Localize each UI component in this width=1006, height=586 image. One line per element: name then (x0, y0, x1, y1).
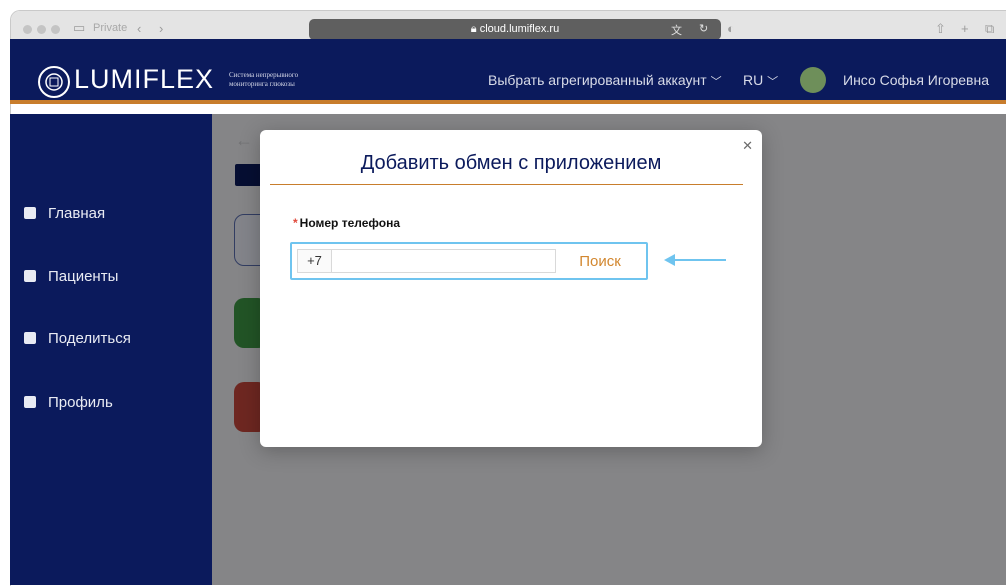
reload-icon[interactable]: ↻ (699, 22, 708, 35)
phone-field-label: * Номер телефона (293, 216, 400, 230)
home-icon (24, 207, 36, 219)
sidebar-item-patients[interactable]: Пациенты (24, 266, 118, 286)
url-text: cloud.lumiflex.ru (479, 23, 560, 35)
phone-field-label-text: Номер телефона (299, 216, 401, 230)
chevron-down-icon: ﹀ (710, 76, 722, 88)
logo-text: LUMIFLEX (74, 64, 215, 94)
search-button[interactable]: Поиск (558, 249, 642, 273)
private-label: Private (93, 22, 128, 34)
sidebar-item-profile[interactable]: Профиль (24, 392, 113, 412)
modal-title: Добавить обмен с приложением (360, 152, 662, 174)
shield-icon[interactable]: ◐ (727, 21, 735, 36)
profile-icon (24, 396, 36, 408)
header-accent-line (10, 100, 1006, 104)
account-selector[interactable]: Выбрать агрегированный аккаунт ﹀ (488, 72, 722, 89)
sidebar-toggle-icon[interactable]: ▭ (73, 20, 85, 36)
forward-nav-icon[interactable]: › (159, 21, 163, 36)
translate-icon[interactable]: 文 (671, 22, 682, 38)
address-bar[interactable]: 🔒︎ cloud.lumiflex.ru 文 ↻ (309, 19, 721, 40)
user-name[interactable]: Инсо Софья Игоревна (843, 72, 989, 88)
phone-prefix: +7 (297, 249, 331, 273)
new-tab-icon[interactable]: + (961, 21, 969, 36)
chevron-down-icon: ﹀ (767, 76, 779, 88)
close-window-dot[interactable] (23, 25, 32, 34)
patients-icon (24, 270, 36, 282)
sidebar-item-home[interactable]: Главная (24, 203, 105, 223)
share-page-icon[interactable]: ⇧ (935, 21, 946, 37)
account-selector-label: Выбрать агрегированный аккаунт (488, 72, 707, 88)
back-nav-icon[interactable]: ‹ (137, 21, 141, 36)
avatar[interactable] (800, 67, 826, 93)
phone-search-group: +7 Поиск (290, 242, 648, 280)
lock-icon: 🔒︎ (470, 23, 477, 35)
logo-tagline: Система непрерывного мониторинга глюкозы (229, 71, 299, 88)
lumiflex-logo-icon (38, 66, 70, 98)
language-label: RU (743, 72, 764, 88)
language-selector[interactable]: RU ﹀ (743, 72, 778, 89)
pointer-arrow-icon (664, 254, 726, 266)
maximize-window-dot[interactable] (51, 25, 60, 34)
sidebar: Главная Пациенты Поделиться Профиль (10, 114, 212, 585)
share-icon (24, 332, 36, 344)
required-mark: * (293, 216, 298, 230)
tab-overview-icon[interactable]: ⧉ (985, 21, 994, 37)
phone-input[interactable] (331, 249, 556, 273)
add-exchange-modal: ✕ Добавить обмен с приложением * Номер те… (260, 130, 762, 447)
modal-divider (270, 184, 743, 185)
sidebar-item-share[interactable]: Поделиться (24, 328, 131, 348)
minimize-window-dot[interactable] (37, 25, 46, 34)
